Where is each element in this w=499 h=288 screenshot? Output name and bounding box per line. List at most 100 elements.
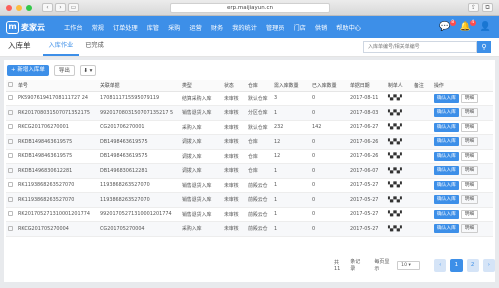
- table-row[interactable]: PK590761941708111727 24 17081117155950791…: [6, 91, 493, 106]
- table-row[interactable]: RKCG201706270001 CG201706270001 采购入库 未审核 默认仓…: [6, 120, 493, 135]
- detail-button[interactable]: 明细: [460, 166, 479, 176]
- menu-item-purchase[interactable]: 采购: [168, 23, 180, 32]
- col-header-remark[interactable]: 备注: [412, 80, 432, 92]
- confirm-inbound-button[interactable]: 确认入库: [434, 151, 459, 161]
- user-icon[interactable]: 👤: [480, 22, 491, 32]
- col-header-need-qty[interactable]: 需入库数量: [272, 80, 310, 92]
- menu-item-finance[interactable]: 财务: [211, 23, 223, 32]
- detail-button[interactable]: 明细: [460, 224, 479, 234]
- share-icon[interactable]: ⇪: [468, 3, 479, 12]
- back-icon[interactable]: ‹: [42, 3, 53, 12]
- table-row[interactable]: RKCG201705270004 CG201705270004 采购入库 未审核 前殿云…: [6, 221, 493, 237]
- bell-icon[interactable]: 🔔 4: [460, 19, 476, 32]
- menu-item-help[interactable]: 帮助中心: [336, 23, 361, 32]
- menu-item-supply[interactable]: 供销: [315, 23, 327, 32]
- row-checkbox[interactable]: [8, 225, 13, 231]
- next-page-button[interactable]: ›: [482, 258, 495, 272]
- col-header-type[interactable]: 类型: [180, 80, 222, 92]
- chat-icon[interactable]: 💬 8: [439, 19, 456, 32]
- cell-actions: 确认入库 明细: [432, 221, 493, 237]
- page-size-select[interactable]: 10 ▾: [397, 260, 421, 270]
- menu-item-workbench[interactable]: 工作台: [64, 23, 83, 32]
- total-count-suffix: 条记录: [350, 259, 361, 272]
- search-input[interactable]: [363, 41, 477, 53]
- confirm-inbound-button[interactable]: 确认入库: [434, 137, 459, 147]
- add-inbound-button[interactable]: + 新增入库单: [7, 64, 49, 76]
- row-checkbox[interactable]: [8, 109, 13, 115]
- detail-button[interactable]: 明细: [460, 108, 479, 118]
- cell-ref: DB1498463619575: [98, 134, 180, 150]
- row-checkbox[interactable]: [8, 95, 13, 101]
- close-window-icon[interactable]: [6, 4, 12, 11]
- confirm-inbound-button[interactable]: 确认入库: [434, 180, 459, 190]
- menu-item-general[interactable]: 常规: [92, 23, 104, 32]
- detail-button[interactable]: 明细: [460, 180, 479, 190]
- header-actions: 💬 8 🔔 4 👤: [439, 19, 491, 32]
- address-bar[interactable]: erp.maijiayun.cn: [170, 3, 330, 13]
- app-logo[interactable]: m 麦家云: [6, 20, 54, 34]
- menu-item-orders[interactable]: 订单处理: [113, 23, 138, 32]
- detail-button[interactable]: 明细: [460, 93, 479, 103]
- row-checkbox[interactable]: [8, 196, 13, 202]
- table-row[interactable]: RK1193868263527070 1193868263527070 销售退货入库…: [6, 192, 493, 208]
- export-button[interactable]: 导出: [53, 64, 75, 76]
- row-checkbox[interactable]: [8, 138, 13, 144]
- tabs-icon[interactable]: ⧉: [482, 3, 493, 12]
- table-row[interactable]: RK1193868263527070 1193868263527070 销售退货入库…: [6, 178, 493, 193]
- cell-done-qty: 142: [310, 120, 348, 135]
- select-all-checkbox[interactable]: [8, 82, 13, 88]
- menu-item-admin[interactable]: 管理员: [266, 23, 285, 32]
- download-dropdown-button[interactable]: ⬇ ▾: [79, 64, 96, 76]
- page-1-button[interactable]: 1: [450, 258, 463, 272]
- confirm-inbound-button[interactable]: 确认入库: [434, 209, 459, 219]
- col-header-warehouse[interactable]: 仓库: [246, 80, 272, 92]
- menu-item-stores[interactable]: 门店: [294, 23, 306, 32]
- menu-item-operations[interactable]: 运营: [189, 23, 201, 32]
- page-2-button[interactable]: 2: [466, 258, 479, 272]
- cell-type: 销售退货入库: [180, 178, 222, 193]
- tab-inbound-ops[interactable]: 入库作业: [42, 40, 80, 56]
- col-header-no[interactable]: 单号: [16, 80, 98, 92]
- table-row[interactable]: RK201708031507071352175 99201708031507071…: [6, 105, 493, 121]
- col-header-date[interactable]: 单据日期: [348, 80, 386, 92]
- menu-item-inventory[interactable]: 库管: [147, 23, 159, 32]
- cell-status: 未审核: [222, 134, 246, 150]
- col-header-done-qty[interactable]: 已入库数量: [310, 80, 348, 92]
- detail-button[interactable]: 明细: [460, 137, 479, 147]
- tab-completed[interactable]: 已完成: [79, 40, 110, 56]
- detail-button[interactable]: 明细: [460, 122, 479, 132]
- confirm-inbound-button[interactable]: 确认入库: [434, 224, 459, 234]
- detail-button[interactable]: 明细: [460, 151, 479, 161]
- table-row[interactable]: RKDB1498463619575 DB1498463619575 调拨入库 未审核仓…: [6, 149, 493, 164]
- col-header-creator[interactable]: 制单人: [386, 80, 412, 92]
- row-checkbox[interactable]: [8, 211, 13, 217]
- maximize-window-icon[interactable]: [26, 4, 32, 11]
- cell-actions: 确认入库 明细: [432, 134, 493, 150]
- table-row[interactable]: RKDB1496830612281 DB1496830612281 调拨入库 未审核仓…: [6, 163, 493, 179]
- confirm-inbound-button[interactable]: 确认入库: [434, 166, 459, 176]
- confirm-inbound-button[interactable]: 确认入库: [434, 122, 459, 132]
- detail-button[interactable]: 明细: [460, 209, 479, 219]
- row-checkbox[interactable]: [8, 124, 13, 130]
- forward-icon[interactable]: ›: [55, 3, 66, 12]
- sidebar-toggle-icon[interactable]: ▭: [68, 3, 79, 12]
- confirm-inbound-button[interactable]: 确认入库: [434, 195, 459, 205]
- search-icon[interactable]: ⚲: [477, 41, 491, 53]
- confirm-inbound-button[interactable]: 确认入库: [434, 93, 459, 103]
- cell-ref: 1708111715595079119: [98, 91, 180, 106]
- minimize-window-icon[interactable]: [16, 4, 22, 11]
- col-header-ref[interactable]: 关联单据: [98, 80, 180, 92]
- confirm-inbound-button[interactable]: 确认入库: [434, 108, 459, 118]
- cell-remark: [412, 221, 432, 237]
- cell-need-qty: 1: [272, 207, 310, 222]
- col-header-status[interactable]: 状态: [222, 80, 246, 92]
- row-checkbox[interactable]: [8, 167, 13, 173]
- row-checkbox[interactable]: [8, 153, 13, 159]
- table-row[interactable]: RKDB1498463619575 DB1498463619575 调拨入库 未审核仓…: [6, 134, 493, 150]
- table-row[interactable]: RK201705271310001201774 99201705271310001…: [6, 207, 493, 222]
- menu-item-stats[interactable]: 我的统计: [232, 23, 257, 32]
- row-checkbox[interactable]: [8, 182, 13, 188]
- creator-signature-icon: ▚▞▚▞: [388, 95, 402, 102]
- prev-page-button[interactable]: ‹: [434, 258, 447, 272]
- detail-button[interactable]: 明细: [460, 195, 479, 205]
